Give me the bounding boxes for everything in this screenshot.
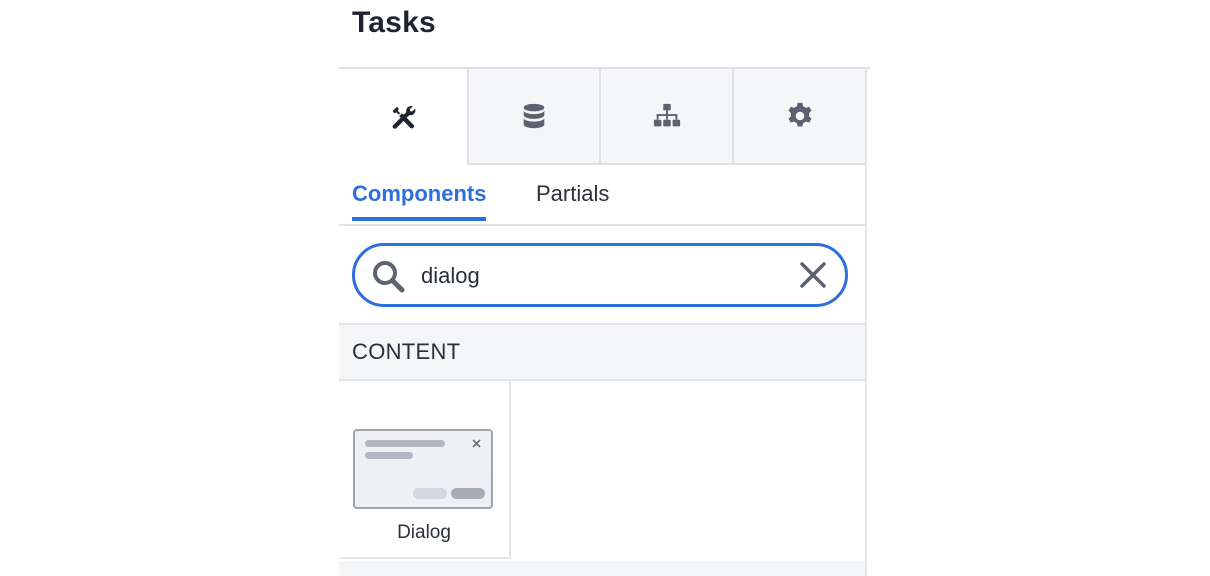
icon-tab-bar [339,69,865,165]
sitemap-icon [653,103,680,127]
tasks-panel: Components Partials CONTENT Dialog [339,67,867,576]
gear-icon [787,102,812,127]
component-tab-bar: Components Partials [339,165,865,226]
database-icon [523,103,545,129]
tab-components-tools[interactable] [339,69,467,165]
dialog-thumbnail-icon [353,429,493,509]
search-icon [373,261,405,293]
tab-data[interactable] [467,69,599,165]
search-input[interactable] [419,258,783,294]
close-icon[interactable] [799,261,827,289]
component-tile-dialog[interactable]: Dialog [339,381,511,559]
page-title: Tasks [352,6,436,39]
section-label: CONTENT [352,339,461,364]
list-footer [339,561,865,576]
tab-settings[interactable] [732,69,865,165]
tab-partials[interactable]: Partials [536,181,609,221]
component-label: Dialog [397,522,451,543]
tab-components[interactable]: Components [352,181,487,221]
tab-structure[interactable] [599,69,732,165]
section-header: CONTENT [339,323,865,381]
search-field[interactable] [352,243,848,307]
wrench-screwdriver-icon [392,105,416,129]
